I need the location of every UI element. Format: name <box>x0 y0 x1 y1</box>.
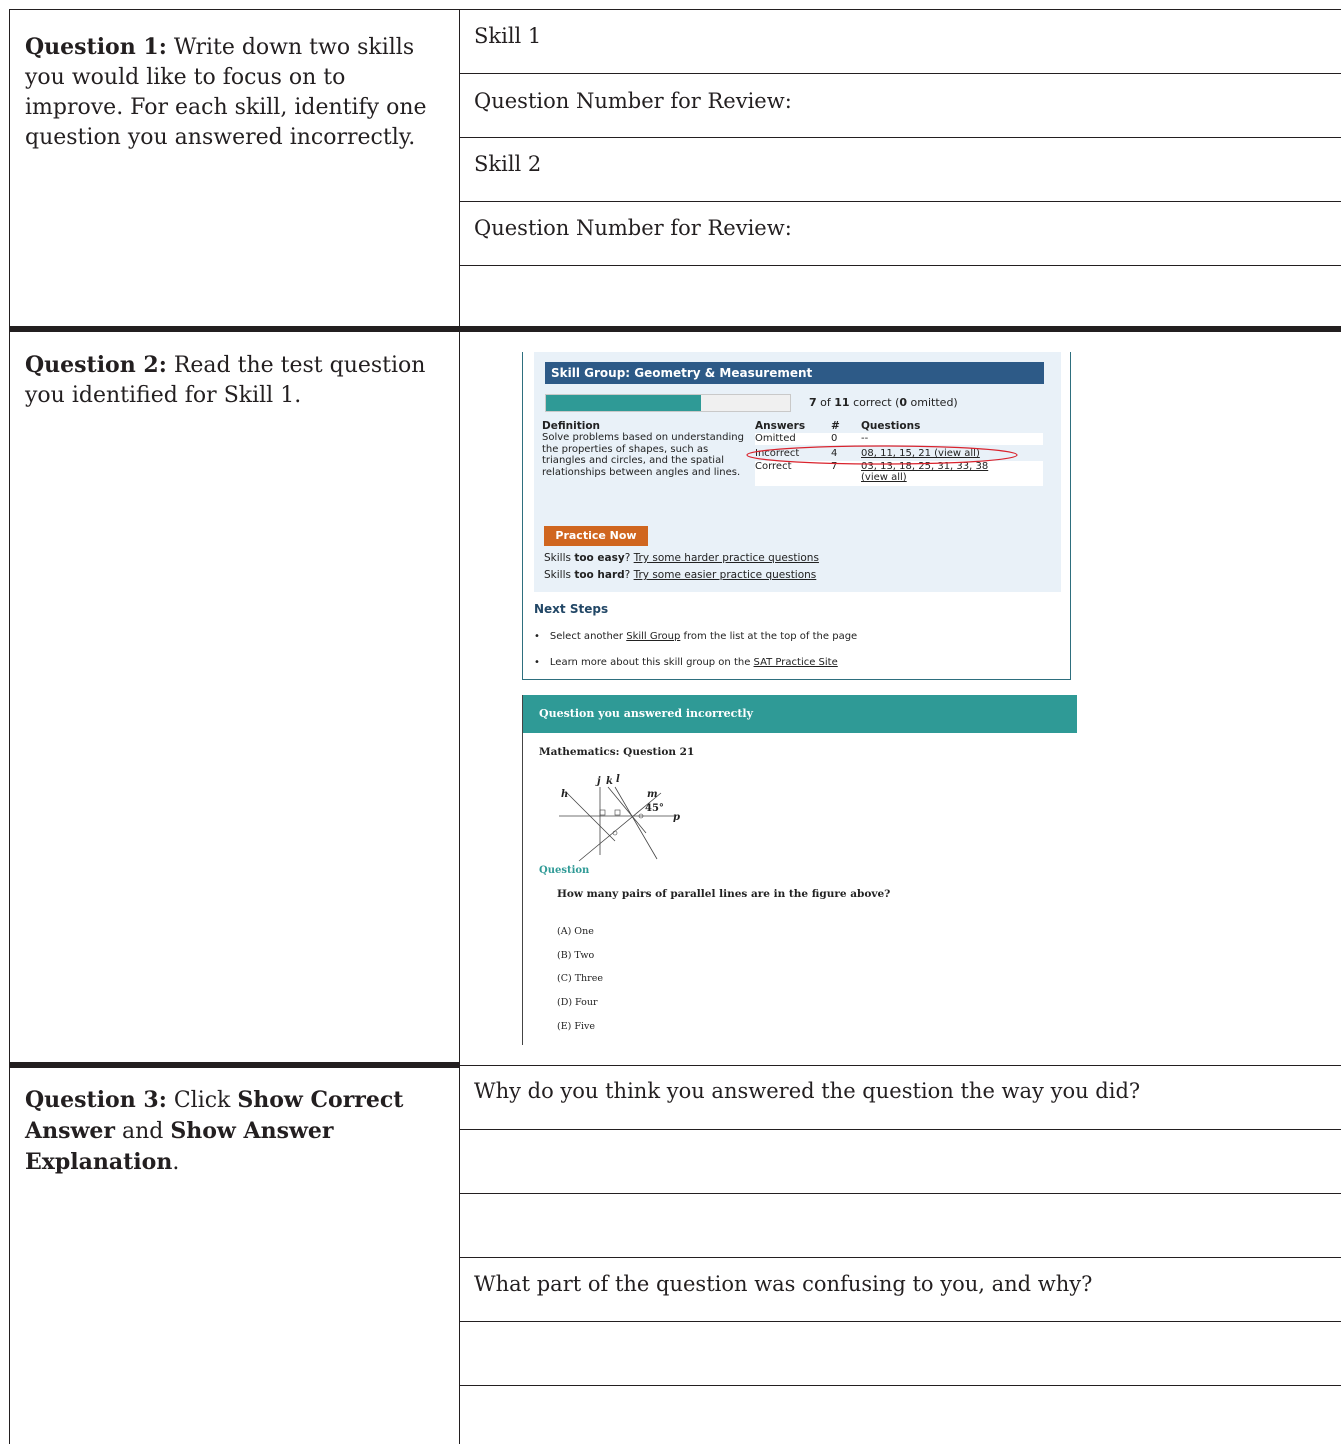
label-p: p <box>673 812 680 823</box>
question-2-prompt: Question 2: Read the test question you i… <box>25 350 445 411</box>
answer-choice: (B) Two <box>557 950 595 961</box>
row-divider <box>459 137 1341 138</box>
skill-1-field[interactable]: Skill 1 <box>474 24 541 48</box>
score-progress-bar <box>545 394 791 412</box>
section-divider <box>9 326 1341 332</box>
question-label: Question <box>539 865 590 876</box>
answer-choice: (D) Four <box>557 997 598 1008</box>
label-k: k <box>606 776 613 787</box>
row-divider <box>459 1193 1341 1194</box>
row-divider <box>459 1321 1341 1322</box>
correct-view-all-link[interactable]: (view all) <box>861 472 907 483</box>
definition-heading: Definition <box>542 420 601 432</box>
row-divider <box>459 73 1341 74</box>
next-step-item: • Select another Skill Group from the lis… <box>534 631 858 642</box>
definition-text: Solve problems based on understanding th… <box>542 432 744 478</box>
sat-practice-site-link[interactable]: SAT Practice Site <box>754 657 838 668</box>
skill-group-header: Skill Group: Geometry & Measurement <box>545 362 1044 384</box>
harder-practice-link[interactable]: Try some harder practice questions <box>634 552 819 564</box>
incorrect-highlight-ellipse <box>746 445 1018 465</box>
label-l: l <box>616 774 620 785</box>
angle-label: 45° <box>645 803 664 814</box>
question-text: How many pairs of parallel lines are in … <box>557 888 891 900</box>
question-1-prompt: Question 1: Write down two skills you wo… <box>25 32 445 153</box>
line-h <box>566 792 616 842</box>
right-angle-marker <box>599 809 606 816</box>
row-divider <box>459 1385 1341 1386</box>
answer-choice: (C) Three <box>557 973 603 984</box>
parallel-lines-figure: h j k l m p 45° <box>559 774 680 862</box>
question-title: Mathematics: Question 21 <box>539 746 695 758</box>
next-step-item: • Learn more about this skill group on th… <box>534 657 838 668</box>
skill-group-screenshot: Skill Group: Geometry & Measurement 7 of… <box>522 352 1071 680</box>
row-divider <box>459 1257 1341 1258</box>
label-m: m <box>647 789 658 800</box>
skill-2-question-number-field[interactable]: Question Number for Review: <box>474 216 792 240</box>
table-left-border <box>9 9 10 1444</box>
bullet-icon: • <box>534 657 540 668</box>
right-angle-marker <box>614 809 621 816</box>
column-divider <box>459 9 460 1444</box>
section-divider <box>9 1062 459 1068</box>
question-panel-screenshot: Question you answered incorrectly Mathem… <box>522 695 1077 1045</box>
table-top-border <box>9 9 1341 10</box>
row-divider <box>459 201 1341 202</box>
skill-1-question-number-field[interactable]: Question Number for Review: <box>474 89 792 113</box>
too-easy-line: Skills too easy? Try some harder practic… <box>544 552 819 564</box>
practice-now-button[interactable]: Practice Now <box>544 526 648 546</box>
question-2-label: Question 2: <box>25 352 167 378</box>
bullet-icon: • <box>534 631 540 642</box>
answer-choice: (A) One <box>557 926 594 937</box>
next-steps-heading: Next Steps <box>534 602 609 616</box>
row-divider <box>459 1065 1341 1066</box>
confusing-part-field[interactable]: What part of the question was confusing … <box>474 1272 1092 1296</box>
label-h: h <box>561 789 568 800</box>
score-progress-fill <box>546 395 702 411</box>
question-3-label: Question 3: <box>25 1087 167 1113</box>
skill-group-link[interactable]: Skill Group <box>626 631 680 642</box>
question-1-label: Question 1: <box>25 34 167 60</box>
count-column-header: # <box>831 420 840 432</box>
too-hard-line: Skills too hard? Try some easier practic… <box>544 569 817 581</box>
score-summary: 7 of 11 correct (0 omitted) <box>809 396 958 409</box>
answers-column-header: Answers <box>755 420 806 432</box>
questions-column-header: Questions <box>861 420 921 432</box>
row-divider <box>459 1129 1341 1130</box>
easier-practice-link[interactable]: Try some easier practice questions <box>634 569 817 581</box>
question-panel-header: Question you answered incorrectly <box>523 695 1077 733</box>
row-divider <box>459 265 1341 266</box>
question-3-prompt: Question 3: Click Show Correct Answer an… <box>25 1087 404 1175</box>
skill-2-field[interactable]: Skill 2 <box>474 152 541 176</box>
answer-choice: (E) Five <box>557 1021 595 1032</box>
label-j: j <box>595 776 601 787</box>
why-answered-field[interactable]: Why do you think you answered the questi… <box>474 1079 1140 1103</box>
